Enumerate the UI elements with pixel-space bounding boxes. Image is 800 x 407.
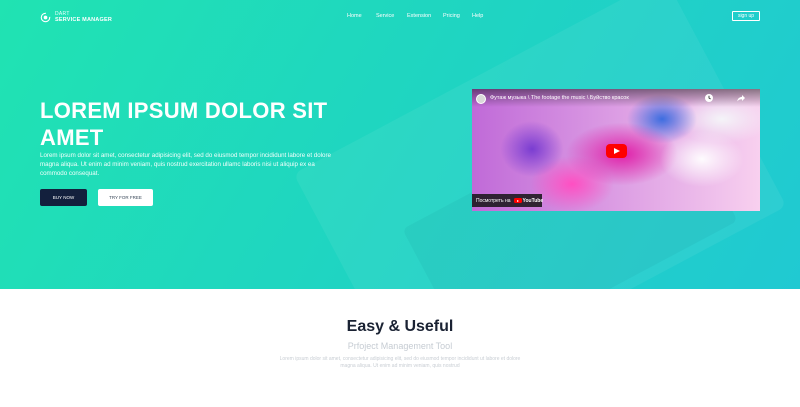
try-for-free-button[interactable]: TRY FOR FREE xyxy=(98,189,153,206)
nav-item-service[interactable]: Service xyxy=(376,13,394,19)
section-description: Lorem ipsum dolor sit amet, consectetur … xyxy=(279,356,521,369)
nav-item-extension[interactable]: Extension xyxy=(407,13,431,19)
nav-item-help[interactable]: Help xyxy=(472,13,483,19)
play-button[interactable] xyxy=(606,144,627,158)
section-title: Easy & Useful xyxy=(346,318,454,335)
channel-avatar[interactable] xyxy=(476,94,486,104)
video-title[interactable]: Футаж музыка \ The footage the music \ Б… xyxy=(490,95,629,101)
logo-icon xyxy=(40,12,51,22)
nav-item-home[interactable]: Home xyxy=(347,13,362,19)
watch-on-label: Посмотреть на xyxy=(476,197,511,204)
hero-title: LOREM IPSUM DOLOR SIT AMET xyxy=(40,98,328,150)
watch-on-youtube-link[interactable]: Посмотреть на YouTube xyxy=(472,194,544,207)
youtube-wordmark: YouTube xyxy=(522,197,544,204)
youtube-video-embed[interactable]: Футаж музыка \ The footage the music \ Б… xyxy=(472,89,760,211)
signup-button[interactable]: sign up xyxy=(732,11,760,21)
brand-logo[interactable]: DART SERVICE MANAGER xyxy=(40,11,112,23)
share-icon[interactable] xyxy=(736,93,746,103)
clock-icon[interactable] xyxy=(704,93,714,103)
section-subtitle: Prfoject Management Tool xyxy=(347,341,453,351)
play-icon xyxy=(613,148,620,154)
brand-name: SERVICE MANAGER xyxy=(55,17,112,23)
hero-section: DART SERVICE MANAGER Home Service Extens… xyxy=(0,0,800,289)
hero-description: Lorem ipsum dolor sit amet, consectetur … xyxy=(40,152,331,177)
youtube-icon xyxy=(513,197,522,204)
nav-item-pricing[interactable]: Pricing xyxy=(443,13,460,19)
buy-now-button[interactable]: BUY NOW xyxy=(40,189,87,206)
youtube-logo: YouTube xyxy=(513,197,544,204)
